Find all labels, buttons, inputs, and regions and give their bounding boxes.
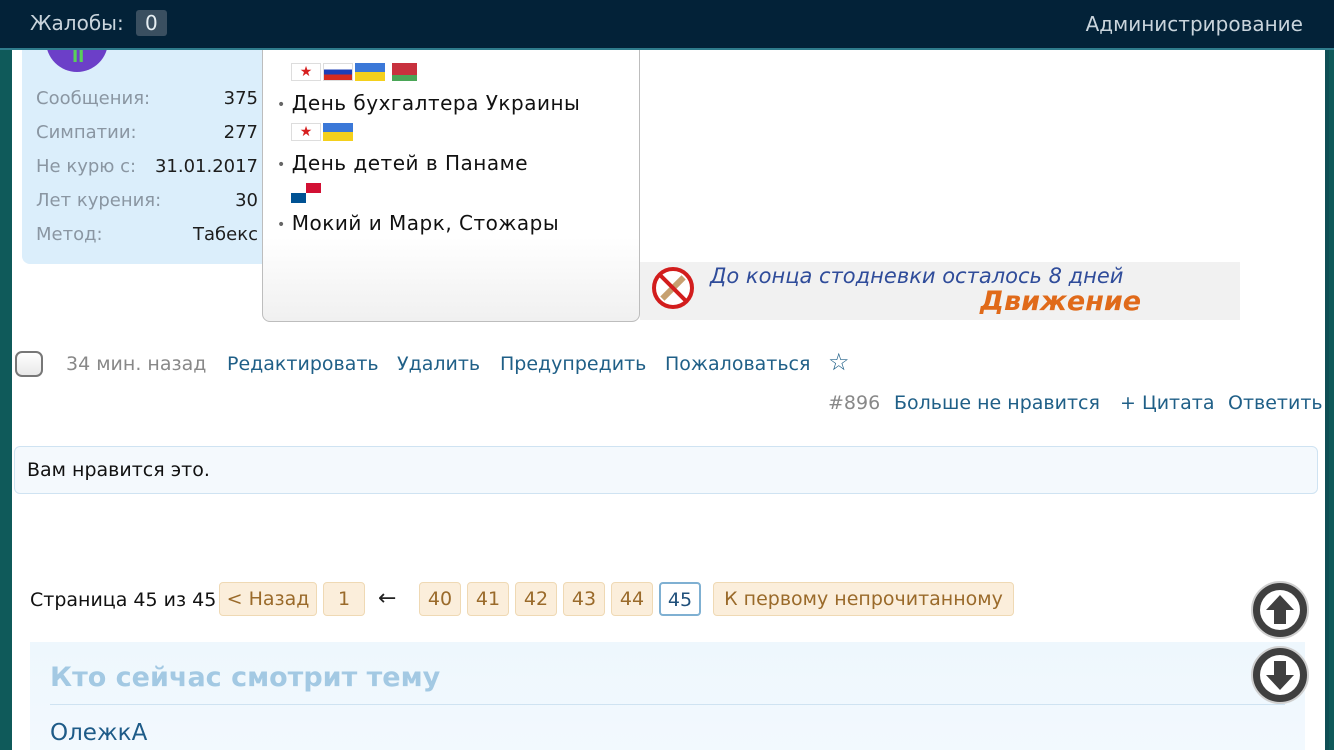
page-button[interactable]: 40	[419, 582, 461, 616]
avatar-pause-icon: ll	[72, 50, 85, 67]
complaints-link[interactable]: Жалобы: 0	[30, 10, 167, 36]
top-bar: Жалобы: 0 Администрирование	[0, 0, 1334, 50]
page-1-button[interactable]: 1	[323, 582, 365, 616]
stat-value[interactable]: 277	[224, 122, 258, 143]
calendar-event: • День детей в Панаме	[277, 151, 529, 175]
watching-user-link[interactable]: ОлежкА	[50, 720, 147, 746]
stat-value: 30	[235, 190, 258, 211]
post-number[interactable]: #896	[828, 392, 880, 414]
watching-title: Кто сейчас смотрит тему	[50, 662, 441, 693]
page-button[interactable]: 41	[467, 582, 509, 616]
quote-link[interactable]: + Цитата	[1120, 392, 1214, 414]
stat-value: 31.01.2017	[154, 156, 258, 177]
complaints-label: Жалобы:	[30, 11, 124, 35]
signature-banner[interactable]: До конца стодневки осталось 8 дней Движе…	[640, 262, 1240, 320]
star-bookmark-icon[interactable]: ☆	[828, 348, 850, 376]
page-indicator: Страница 45 из 45	[30, 589, 217, 611]
pagination: Страница 45 из 45 < Назад 1 ← 40 41 42 4…	[12, 582, 1112, 618]
stat-smoking-years: Лет курения: 30	[36, 190, 258, 220]
no-smoking-icon	[652, 267, 694, 309]
likes-summary: Вам нравится это.	[14, 446, 1318, 494]
avatar[interactable]: ll	[46, 50, 108, 72]
page-jump-arrow[interactable]: ←	[378, 586, 396, 611]
stat-likes: Симпатии: 277	[36, 122, 258, 152]
warn-link[interactable]: Предупредить	[500, 353, 646, 375]
event-label: День детей в Панаме	[291, 151, 529, 175]
stat-label: Сообщения:	[36, 88, 151, 109]
star-flag-icon: ★	[291, 123, 321, 141]
likes-text: Вам нравится это.	[27, 459, 210, 481]
flags-row: ★	[291, 63, 419, 83]
page-button[interactable]: 42	[515, 582, 557, 616]
page-button[interactable]: 43	[563, 582, 605, 616]
flags-row	[291, 183, 323, 203]
unlike-link[interactable]: Больше не нравится	[894, 392, 1100, 414]
stat-label: Метод:	[36, 224, 103, 245]
arrow-down-icon	[1253, 648, 1307, 702]
first-unread-button[interactable]: К первому непрочитанному	[713, 582, 1014, 616]
ukraine-flag-icon	[323, 123, 353, 141]
russia-flag-icon	[323, 63, 353, 81]
calendar-event: • День бухгалтера Украины	[277, 91, 581, 115]
divider	[50, 704, 1285, 705]
stat-label: Симпатии:	[36, 122, 137, 143]
stat-messages: Сообщения: 375	[36, 88, 258, 118]
edit-link[interactable]: Редактировать	[227, 353, 379, 375]
delete-link[interactable]: Удалить	[397, 353, 480, 375]
prev-page-button[interactable]: < Назад	[219, 582, 317, 616]
select-post-checkbox[interactable]	[15, 351, 43, 377]
panama-flag-icon	[291, 183, 321, 203]
who-is-watching: Кто сейчас смотрит тему ОлежкА	[30, 642, 1305, 750]
event-label: Мокий и Марк, Стожары	[291, 211, 560, 235]
banner-movement-text: Движение	[980, 286, 1142, 317]
scroll-up-button[interactable]	[1251, 581, 1309, 639]
complaints-count-badge: 0	[136, 10, 167, 36]
stat-value: Табекс	[193, 224, 258, 245]
stat-value: 375	[223, 88, 258, 109]
calendar-event: • Мокий и Марк, Стожары	[277, 211, 560, 235]
user-info-panel: ll Сообщения: 375 Симпатии: 277 Не курю …	[22, 50, 270, 264]
post-actions-row: 34 мин. назад Редактировать Удалить Пред…	[12, 348, 1329, 382]
event-label: День бухгалтера Украины	[291, 91, 581, 115]
scroll-down-button[interactable]	[1251, 646, 1309, 704]
page-button[interactable]: 44	[611, 582, 653, 616]
report-link[interactable]: Пожаловаться	[665, 353, 810, 375]
post-time[interactable]: 34 мин. назад	[66, 353, 206, 375]
stat-label: Не курю с:	[36, 156, 137, 177]
current-page-button[interactable]: 45	[659, 582, 701, 616]
stat-quit-date: Не курю с: 31.01.2017	[36, 156, 258, 186]
banner-countdown-text: До конца стодневки осталось 8 дней	[710, 264, 1124, 288]
flags-row: ★	[291, 123, 355, 143]
holiday-calendar: ★ • День бухгалтера Украины ★ • День детей…	[262, 50, 640, 322]
stat-label: Лет курения:	[36, 190, 162, 211]
arrow-up-icon	[1253, 583, 1307, 637]
ukraine-flag-icon	[355, 63, 385, 81]
reply-link[interactable]: Ответить	[1228, 392, 1323, 414]
admin-link[interactable]: Администрирование	[1086, 12, 1303, 36]
stat-method: Метод: Табекс	[36, 224, 258, 254]
post-controls-row: #896 Больше не нравится + Цитата Ответит…	[12, 390, 1329, 420]
belarus-flag-icon	[387, 63, 417, 81]
star-flag-icon: ★	[291, 63, 321, 81]
page-content: ll Сообщения: 375 Симпатии: 277 Не курю …	[12, 50, 1329, 750]
